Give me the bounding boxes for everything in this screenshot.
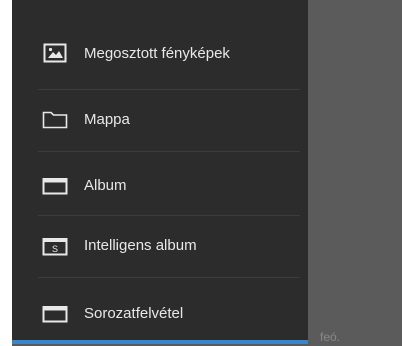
burst-shot-icon	[40, 300, 70, 326]
svg-text:S: S	[52, 244, 58, 254]
menu-item-folder[interactable]: Mappa	[12, 88, 308, 150]
folder-icon	[40, 106, 70, 132]
menu-item-burst-shot[interactable]: Sorozatfelvétel	[12, 282, 308, 344]
background-partial-text: feó.	[320, 330, 341, 344]
navigation-drawer: Megosztott fényképek Mappa Album S Intel…	[12, 0, 308, 340]
smart-album-icon: S	[40, 232, 70, 258]
divider	[38, 277, 300, 278]
menu-item-album[interactable]: Album	[12, 154, 308, 216]
menu-item-label: Sorozatfelvétel	[84, 304, 184, 322]
image-icon	[40, 40, 70, 66]
menu-item-shared-photos[interactable]: Megosztott fényképek	[12, 22, 308, 84]
screen: feó. Megosztott fényképek Mappa Album S …	[12, 0, 402, 346]
menu-item-label: Intelligens album	[84, 236, 197, 254]
menu-item-label: Mappa	[84, 110, 130, 128]
menu-item-label: Album	[84, 176, 127, 194]
album-icon	[40, 172, 70, 198]
menu-item-smart-album[interactable]: S Intelligens album	[12, 214, 308, 276]
menu-item-label: Megosztott fényképek	[84, 44, 230, 62]
divider	[38, 151, 300, 152]
